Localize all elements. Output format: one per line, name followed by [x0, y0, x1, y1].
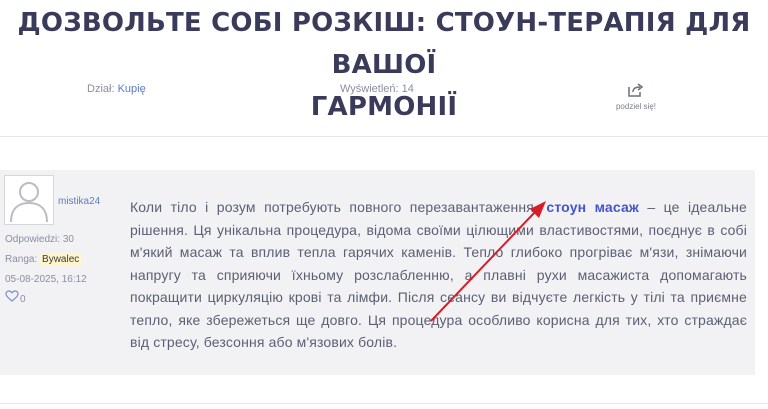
- replies-count: 30: [62, 234, 74, 245]
- share-label: podziel się!: [615, 102, 657, 111]
- author-replies: Odpowiedzi: 30: [5, 230, 87, 250]
- footer-divider: [0, 403, 768, 404]
- likes-count: 0: [20, 294, 26, 305]
- header-divider: [0, 136, 768, 137]
- rank-badge: Bywalec: [40, 254, 82, 265]
- post-text-before: Коли тіло і розум потребують повного пер…: [130, 199, 547, 215]
- keyword-link[interactable]: стоун масаж: [546, 199, 639, 215]
- section-label: Dział:: [87, 83, 115, 95]
- author-username[interactable]: mistika24: [58, 196, 100, 207]
- share-button[interactable]: podziel się!: [612, 83, 660, 111]
- author-avatar[interactable]: [4, 175, 54, 225]
- rank-label: Ranga:: [5, 254, 38, 265]
- views-label: Wyświetleń:: [340, 83, 399, 95]
- post-body: Коли тіло і розум потребують повного пер…: [130, 196, 747, 354]
- replies-label: Odpowiedzi:: [5, 234, 61, 245]
- heart-icon: [5, 290, 19, 302]
- section-link[interactable]: Kupię: [118, 83, 146, 95]
- author-info: Odpowiedzi: 30 Ranga: Bywalec 05-08-2025…: [5, 230, 87, 310]
- page-title-line-1: ДОЗВОЛЬТЕ СОБІ РОЗКІШ: СТОУН-ТЕРАПІЯ ДЛЯ…: [17, 8, 751, 80]
- views-meta: Wyświetleń: 14: [340, 83, 414, 95]
- share-icon: [628, 83, 644, 97]
- author-rank: Ranga: Bywalec: [5, 250, 87, 270]
- likes-row: 0: [5, 290, 87, 310]
- views-count: 14: [401, 83, 414, 95]
- like-button[interactable]: [5, 290, 19, 310]
- user-avatar-icon: [10, 182, 48, 223]
- post-container: mistika24 Odpowiedzi: 30 Ranga: Bywalec …: [0, 170, 755, 375]
- post-date: 05-08-2025, 16:12: [5, 274, 87, 285]
- section-meta: Dział: Kupię: [87, 83, 146, 95]
- post-text-after: – це ідеальне рішення. Ця унікальна проц…: [130, 199, 747, 350]
